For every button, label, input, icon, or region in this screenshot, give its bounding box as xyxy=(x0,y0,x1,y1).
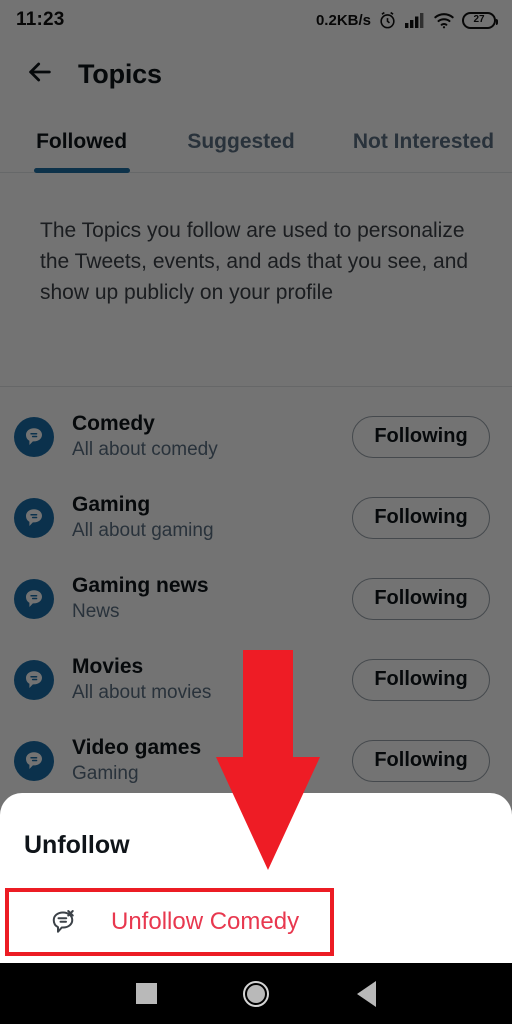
following-button-label: Following xyxy=(374,749,468,771)
topic-bubble-icon xyxy=(14,740,54,781)
phone-screen: 11:23 0.2KB/s 27 Topics Followed Suggest… xyxy=(0,0,512,1024)
following-button[interactable]: Following xyxy=(352,658,490,701)
topic-row-movies[interactable]: Movies All about movies Following xyxy=(0,639,512,720)
android-navigation-bar xyxy=(0,963,512,1024)
topic-list: Comedy All about comedy Following Gaming… xyxy=(0,396,512,801)
topic-row-gaming-news[interactable]: Gaming news News Following xyxy=(0,558,512,639)
topic-texts: Comedy All about comedy xyxy=(72,411,352,462)
topic-subtitle: News xyxy=(72,601,120,622)
following-button-label: Following xyxy=(374,668,468,690)
section-divider xyxy=(0,386,512,387)
following-button[interactable]: Following xyxy=(352,496,490,539)
following-button-label: Following xyxy=(374,506,468,528)
status-bar: 11:23 0.2KB/s 27 xyxy=(0,0,512,40)
recents-square-icon xyxy=(135,983,157,1004)
back-arrow-icon xyxy=(24,56,56,93)
tab-active-underline xyxy=(33,168,130,173)
following-button[interactable]: Following xyxy=(352,415,490,458)
tab-not-interested-label: Not Interested xyxy=(352,129,495,153)
tab-followed[interactable]: Followed xyxy=(24,110,139,173)
topic-texts: Gaming news News xyxy=(72,573,352,624)
topic-texts: Movies All about movies xyxy=(72,654,352,705)
topic-bubble-icon xyxy=(14,497,54,538)
nav-back-button[interactable] xyxy=(311,963,421,1024)
unfollow-comedy-label: Unfollow Comedy xyxy=(111,908,300,935)
following-button-label: Following xyxy=(374,425,468,447)
topic-bubble-icon xyxy=(14,578,54,619)
topic-name: Movies xyxy=(72,655,144,678)
topic-name: Gaming news xyxy=(72,574,209,597)
battery-level-label: 27 xyxy=(473,14,485,25)
battery-icon: 27 xyxy=(462,11,498,29)
home-circle-icon xyxy=(243,980,269,1007)
network-speed-label: 0.2KB/s xyxy=(315,11,371,29)
topic-subtitle: All about gaming xyxy=(72,520,214,541)
tab-not-interested[interactable]: Not Interested xyxy=(335,110,512,173)
topics-description: The Topics you follow are used to person… xyxy=(40,219,469,304)
nav-recents-button[interactable] xyxy=(91,963,201,1024)
unfollow-comedy-button[interactable]: Unfollow Comedy xyxy=(5,888,334,956)
back-triangle-icon xyxy=(356,980,376,1007)
unfollow-topic-icon xyxy=(47,905,81,939)
topic-texts: Gaming All about gaming xyxy=(72,492,352,543)
following-button[interactable]: Following xyxy=(352,739,490,782)
status-time: 11:23 xyxy=(16,9,65,30)
tab-suggested-label: Suggested xyxy=(187,129,295,153)
wifi-icon xyxy=(433,12,455,29)
topic-bubble-icon xyxy=(14,659,54,700)
following-button[interactable]: Following xyxy=(352,577,490,620)
tab-followed-label: Followed xyxy=(36,129,128,153)
topic-name: Video games xyxy=(72,736,202,759)
topic-subtitle: Gaming xyxy=(72,763,139,784)
status-indicators: 0.2KB/s 27 xyxy=(315,11,498,30)
tab-bar: Followed Suggested Not Interested xyxy=(0,110,512,173)
alarm-clock-icon xyxy=(378,11,397,30)
topic-subtitle: All about movies xyxy=(72,682,212,703)
topic-row-gaming[interactable]: Gaming All about gaming Following xyxy=(0,477,512,558)
topic-name: Comedy xyxy=(72,412,155,435)
topic-bubble-icon xyxy=(14,416,54,457)
topic-subtitle: All about comedy xyxy=(72,439,218,460)
following-button-label: Following xyxy=(374,587,468,609)
back-button[interactable] xyxy=(12,46,68,102)
topic-name: Gaming xyxy=(72,493,151,516)
tab-suggested[interactable]: Suggested xyxy=(169,110,313,173)
bottom-sheet-title: Unfollow xyxy=(24,831,130,859)
topic-texts: Video games Gaming xyxy=(72,735,352,786)
nav-home-button[interactable] xyxy=(201,963,311,1024)
topic-row-comedy[interactable]: Comedy All about comedy Following xyxy=(0,396,512,477)
page-title: Topics xyxy=(78,58,162,89)
app-bar: Topics xyxy=(0,40,512,108)
cellular-signal-icon xyxy=(404,11,426,29)
topic-row-video-games[interactable]: Video games Gaming Following xyxy=(0,720,512,801)
